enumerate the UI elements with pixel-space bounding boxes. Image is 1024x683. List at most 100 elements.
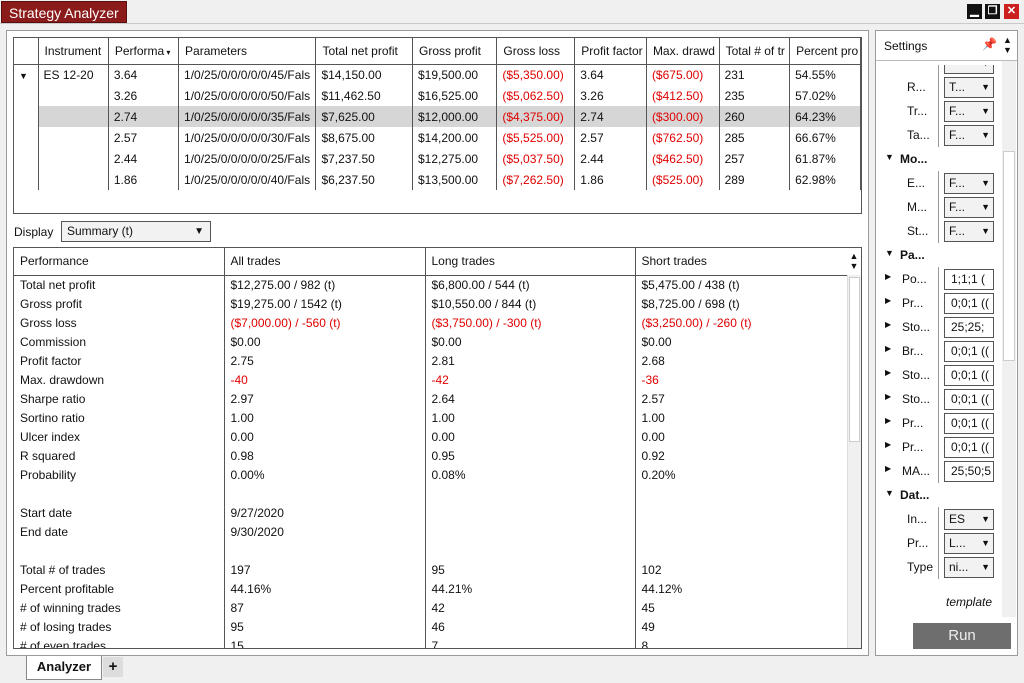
settings-dropdown[interactable]: ES ▼ bbox=[944, 509, 994, 530]
settings-scrollbar[interactable] bbox=[1002, 61, 1016, 617]
metric-value: 44.12% bbox=[641, 581, 683, 596]
results-column-header[interactable]: Total # of tr bbox=[719, 38, 791, 65]
settings-text-field[interactable]: 0;0;1 (( bbox=[944, 413, 994, 434]
results-column-header[interactable]: Instrument bbox=[38, 38, 109, 65]
settings-scroll-arrows[interactable]: ▲ ▼ bbox=[1003, 35, 1012, 55]
results-column-header[interactable]: Max. drawd bbox=[646, 38, 720, 65]
collapse-arrow-icon[interactable]: ▼ bbox=[885, 488, 894, 498]
settings-text-field[interactable]: 0;0;1 (( bbox=[944, 293, 994, 314]
minimize-button[interactable]: ▁ bbox=[967, 4, 982, 19]
metric-label: Percent profitable bbox=[14, 579, 225, 598]
collapse-arrow-icon[interactable]: ▼ bbox=[19, 71, 28, 81]
settings-text-field[interactable]: 0;0;1 (( bbox=[944, 365, 994, 386]
summary-column-header[interactable]: Performance bbox=[14, 248, 225, 276]
scroll-up-icon[interactable]: ▲ bbox=[849, 251, 859, 261]
results-column-header[interactable]: Profit factor bbox=[574, 38, 647, 65]
results-column-header[interactable]: Total net profit bbox=[315, 38, 413, 65]
results-column-header[interactable]: Percent pro bbox=[789, 38, 861, 65]
expand-arrow-icon[interactable]: ▶ bbox=[885, 296, 891, 305]
summary-column-header[interactable]: Long trades bbox=[425, 248, 636, 276]
settings-property[interactable]: ▶ Pr... 0;0;1 (( bbox=[876, 291, 1001, 315]
results-row[interactable]: 2.44 1/0/25/0/0/0/0/0/25/Fals $7,237.50 $12… bbox=[14, 148, 861, 169]
tab-analyzer[interactable]: Analyzer bbox=[26, 656, 102, 680]
settings-dropdown[interactable]: L... ▼ bbox=[944, 533, 994, 554]
settings-property[interactable]: ▶ Pr... 0;0;1 (( bbox=[876, 411, 1001, 435]
template-label[interactable]: template bbox=[946, 595, 992, 609]
add-tab-button[interactable]: + bbox=[103, 657, 123, 677]
results-row[interactable]: 3.26 1/0/25/0/0/0/0/0/50/Fals $11,462.50 $1… bbox=[14, 85, 861, 106]
settings-property[interactable]: Pr... L... ▼ bbox=[876, 531, 1001, 555]
settings-dropdown[interactable]: F... ▼ bbox=[944, 125, 994, 146]
results-column-header[interactable]: Performa ▾ bbox=[108, 38, 180, 65]
settings-dropdown[interactable]: ▼ bbox=[944, 65, 994, 74]
settings-property[interactable]: R... T... ▼ bbox=[876, 75, 1001, 99]
summary-row: # of losing trades 95 46 49 bbox=[14, 617, 861, 636]
settings-property[interactable]: E... F... ▼ bbox=[876, 171, 1001, 195]
pin-icon[interactable]: 📌 bbox=[982, 37, 997, 51]
settings-dropdown[interactable]: F... ▼ bbox=[944, 197, 994, 218]
settings-property[interactable]: ▶ Pr... 0;0;1 (( bbox=[876, 435, 1001, 459]
scroll-down-icon[interactable]: ▼ bbox=[849, 261, 859, 271]
sort-descending-icon[interactable]: ▾ bbox=[164, 48, 170, 57]
summary-scroll-thumb[interactable] bbox=[849, 277, 860, 442]
scroll-arrows[interactable]: ▲ ▼ bbox=[849, 251, 859, 271]
settings-property[interactable]: M... F... ▼ bbox=[876, 195, 1001, 219]
settings-text-field[interactable]: 1;1;1 ( bbox=[944, 269, 994, 290]
settings-text-field[interactable]: 0;0;1 (( bbox=[944, 389, 994, 410]
settings-property[interactable]: ▶ Po... 1;1;1 ( bbox=[876, 267, 1001, 291]
settings-category[interactable]: ▼ Pa... bbox=[876, 243, 1001, 267]
restore-button[interactable]: ❐ bbox=[985, 4, 1000, 19]
summary-column-header[interactable]: Short trades bbox=[635, 248, 861, 276]
settings-property[interactable]: In... ES ▼ bbox=[876, 507, 1001, 531]
summary-scrollbar[interactable] bbox=[847, 275, 861, 648]
settings-property[interactable]: Tr... F... ▼ bbox=[876, 99, 1001, 123]
results-row[interactable]: 2.57 1/0/25/0/0/0/0/0/30/Fals $8,675.00 $14… bbox=[14, 127, 861, 148]
close-button[interactable]: ✕ bbox=[1004, 4, 1019, 19]
expand-arrow-icon[interactable]: ▶ bbox=[885, 320, 891, 329]
settings-text-field[interactable]: 0;0;1 (( bbox=[944, 341, 994, 362]
settings-text-field[interactable]: 0;0;1 (( bbox=[944, 437, 994, 458]
settings-property[interactable]: St... F... ▼ bbox=[876, 219, 1001, 243]
settings-property[interactable]: ▼ bbox=[876, 65, 1001, 75]
settings-scroll-thumb[interactable] bbox=[1003, 151, 1015, 361]
expand-arrow-icon[interactable]: ▶ bbox=[885, 368, 891, 377]
expand-arrow-icon[interactable]: ▶ bbox=[885, 464, 891, 473]
results-row[interactable]: 1.86 1/0/25/0/0/0/0/0/40/Fals $6,237.50 $13… bbox=[14, 169, 861, 190]
expand-arrow-icon[interactable]: ▶ bbox=[885, 344, 891, 353]
results-column-header[interactable]: Parameters bbox=[178, 38, 317, 65]
results-column-header[interactable]: Gross profit bbox=[412, 38, 498, 65]
collapse-arrow-icon[interactable]: ▼ bbox=[885, 248, 894, 258]
display-dropdown[interactable]: Summary (t) ▼ bbox=[61, 221, 211, 242]
settings-text-field[interactable]: 25;25; bbox=[944, 317, 994, 338]
settings-text-field[interactable]: 25;50;5 bbox=[944, 461, 994, 482]
settings-property[interactable]: ▶ MA... 25;50;5 bbox=[876, 459, 1001, 483]
settings-dropdown[interactable]: T... ▼ bbox=[944, 77, 994, 98]
results-row[interactable]: ▼ ES 12-20 3.64 1/0/25/0/0/0/0/0/45/Fals $14… bbox=[14, 64, 861, 85]
settings-property[interactable]: Type ni... ▼ bbox=[876, 555, 1001, 579]
results-row[interactable]: 2.74 1/0/25/0/0/0/0/0/35/Fals $7,625.00 $12… bbox=[14, 106, 861, 127]
settings-category[interactable]: ▼ Dat... bbox=[876, 483, 1001, 507]
settings-property[interactable]: Ta... F... ▼ bbox=[876, 123, 1001, 147]
settings-property[interactable]: ▶ Sto... 0;0;1 (( bbox=[876, 363, 1001, 387]
settings-dropdown[interactable]: ni... ▼ bbox=[944, 557, 994, 578]
collapse-arrow-icon[interactable]: ▼ bbox=[885, 152, 894, 162]
settings-property[interactable]: ▶ Sto... 25;25; bbox=[876, 315, 1001, 339]
expand-arrow-icon[interactable]: ▶ bbox=[885, 416, 891, 425]
metric-value: 2.57 bbox=[641, 391, 665, 406]
settings-dropdown[interactable]: F... ▼ bbox=[944, 221, 994, 242]
scroll-up-icon[interactable]: ▲ bbox=[1003, 35, 1012, 45]
results-column-header[interactable]: Gross loss bbox=[496, 38, 576, 65]
expand-arrow-icon[interactable]: ▶ bbox=[885, 440, 891, 449]
settings-category[interactable]: ▼ Mo... bbox=[876, 147, 1001, 171]
expand-arrow-icon[interactable]: ▶ bbox=[885, 272, 891, 281]
settings-dropdown[interactable]: F... ▼ bbox=[944, 173, 994, 194]
settings-dropdown[interactable]: F... ▼ bbox=[944, 101, 994, 122]
settings-property[interactable]: ▶ Br... 0;0;1 (( bbox=[876, 339, 1001, 363]
expand-arrow-icon[interactable]: ▶ bbox=[885, 392, 891, 401]
run-button[interactable]: Run bbox=[913, 623, 1011, 649]
expander-cell[interactable]: ▼ bbox=[14, 64, 39, 85]
summary-column-header[interactable]: All trades bbox=[224, 248, 426, 276]
settings-property[interactable]: ▶ Sto... 0;0;1 (( bbox=[876, 387, 1001, 411]
chevron-down-icon: ▼ bbox=[981, 65, 990, 73]
scroll-down-icon[interactable]: ▼ bbox=[1003, 45, 1012, 55]
